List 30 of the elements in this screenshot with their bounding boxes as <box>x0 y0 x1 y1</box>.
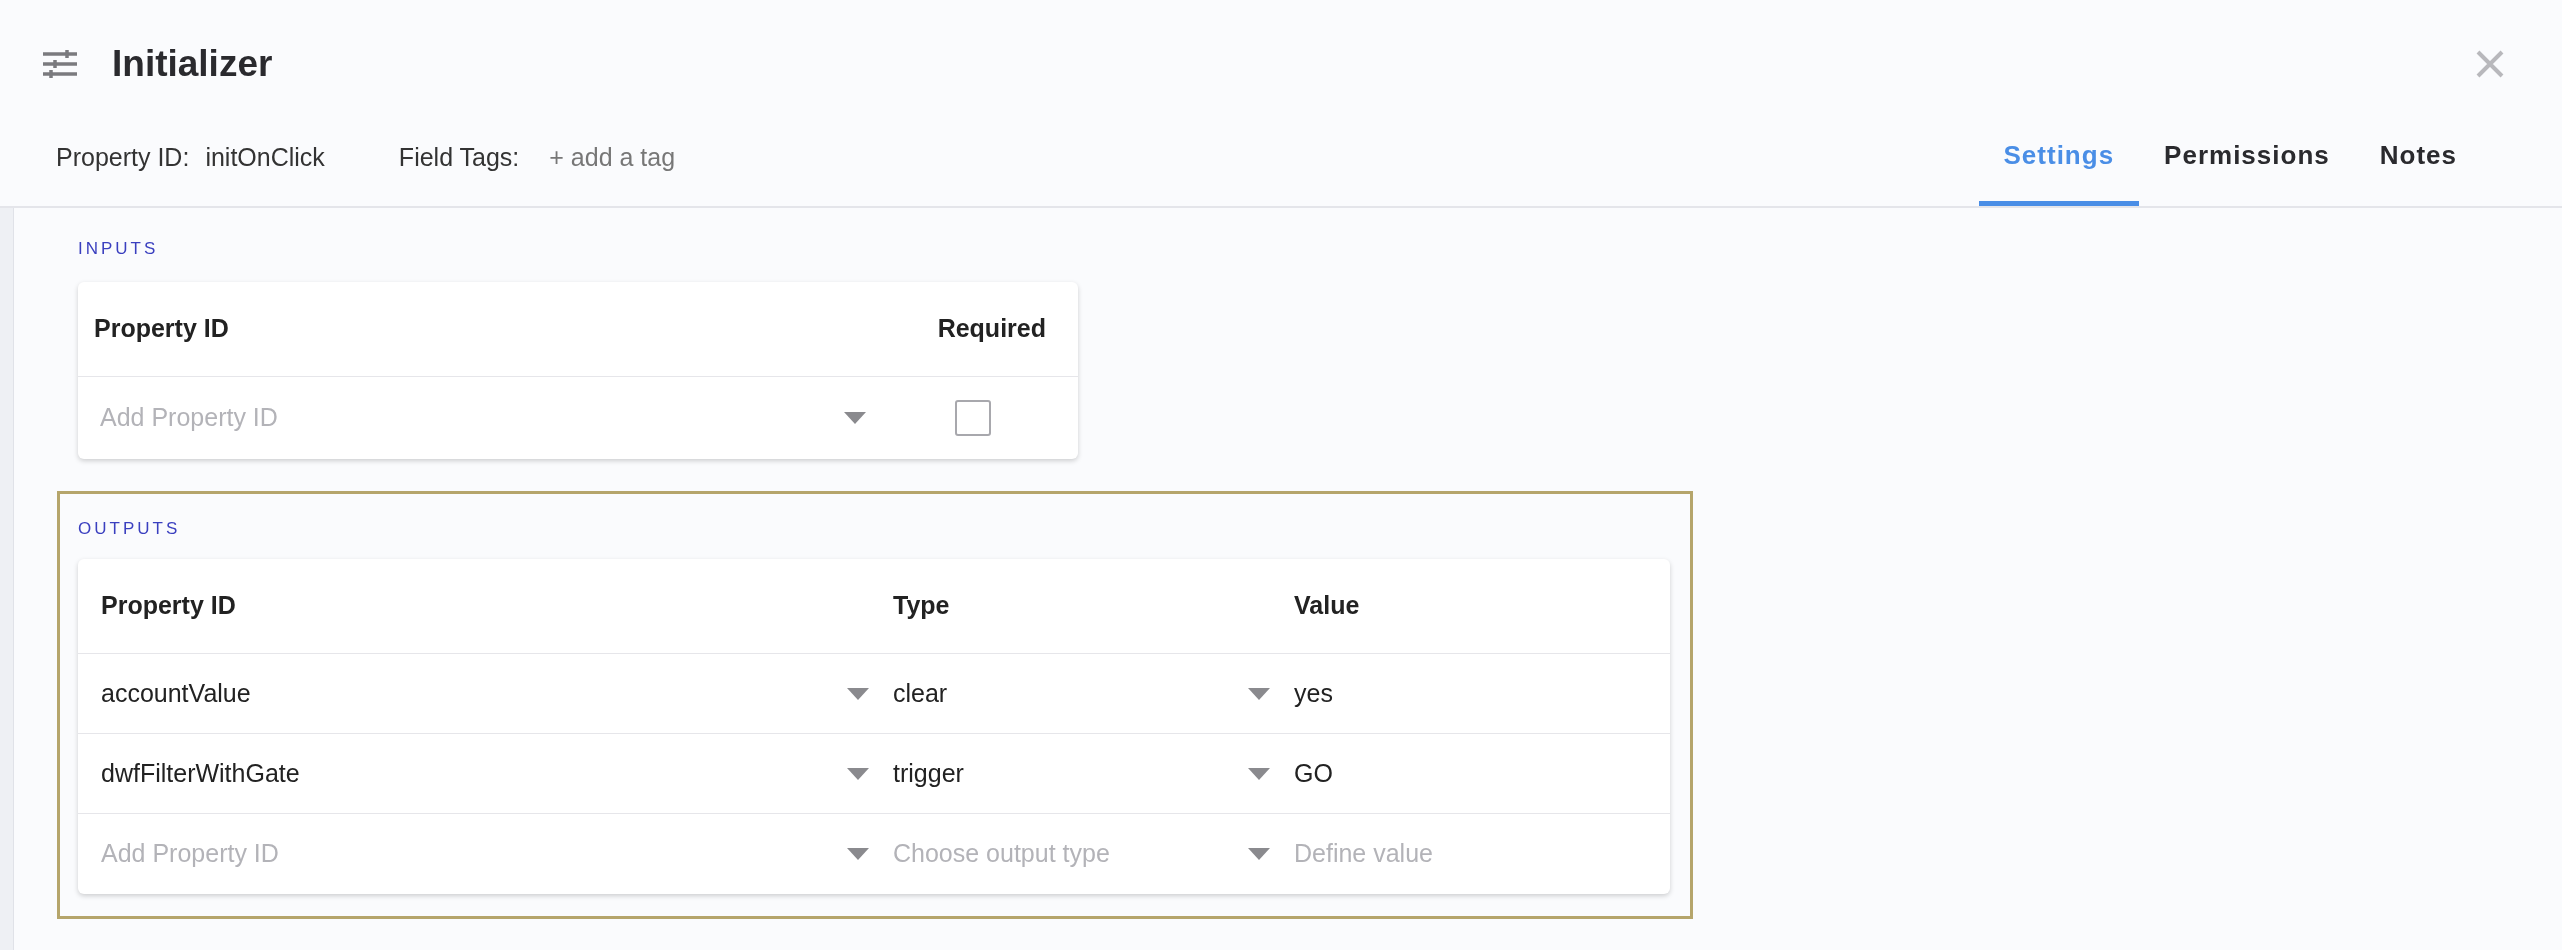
caret-down-icon <box>847 687 869 700</box>
property-id-dropdown[interactable]: accountValue <box>101 674 893 713</box>
sliders-icon[interactable] <box>43 50 77 78</box>
column-header: Property ID <box>94 312 230 344</box>
checkbox[interactable] <box>955 399 991 436</box>
section-label: OUTPUTS <box>78 517 182 540</box>
tab[interactable]: Notes <box>2354 126 2482 206</box>
caret-down-icon <box>1248 687 1270 700</box>
value-field[interactable]: yes <box>1294 674 1333 713</box>
column-header: Property ID <box>101 590 237 622</box>
caret-down-icon <box>847 848 869 860</box>
column-header: Type <box>893 590 951 622</box>
type-dropdown[interactable]: clear <box>893 674 1294 713</box>
property-id-value: initOnClick <box>205 141 325 173</box>
property-id-label: Property ID: <box>56 141 190 173</box>
value-field[interactable]: GO <box>1294 754 1333 793</box>
section-label: INPUTS <box>78 238 160 260</box>
property-id-dropdown[interactable]: dwfFilterWithGate <box>101 754 893 793</box>
caret-down-icon <box>1248 767 1270 780</box>
caret-down-icon <box>1248 848 1270 860</box>
window-title: Initializer <box>112 42 273 87</box>
column-header: Value <box>1294 590 1360 622</box>
close-icon[interactable] <box>2476 50 2504 78</box>
tab[interactable]: Permissions <box>2139 126 2355 206</box>
type-dropdown[interactable]: trigger <box>893 754 1294 793</box>
column-header: Required <box>937 312 1046 344</box>
field-tags-label: Field Tags: <box>398 141 520 173</box>
caret-down-icon <box>844 411 866 424</box>
caret-down-icon <box>847 767 869 780</box>
add-tag-link[interactable]: + add a tag <box>549 138 676 176</box>
